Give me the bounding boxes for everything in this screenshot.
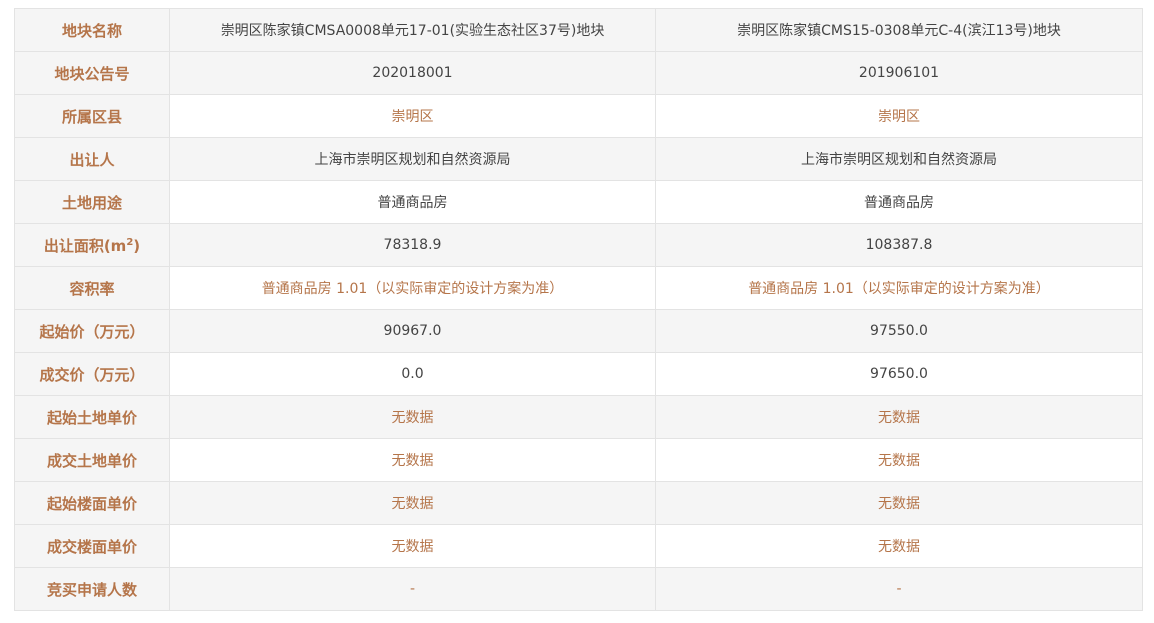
row-starting-price: 起始价（万元） 90967.0 97550.0 — [14, 309, 1143, 353]
row-label: 所属区县 — [14, 94, 170, 138]
plot-a-value: 无数据 — [169, 438, 656, 482]
plot-b-value: 崇明区 — [655, 94, 1143, 138]
row-label: 成交土地单价 — [14, 438, 170, 482]
plot-a-value: 90967.0 — [169, 309, 656, 353]
plot-b-value: 无数据 — [655, 438, 1143, 482]
row-transaction-floor-unit-price: 成交楼面单价 无数据 无数据 — [14, 524, 1143, 568]
row-label-end: ) — [133, 236, 141, 255]
plot-b-value: 201906101 — [655, 51, 1143, 95]
plot-b-value: - — [655, 567, 1143, 611]
row-starting-land-unit-price: 起始土地单价 无数据 无数据 — [14, 395, 1143, 439]
plot-a-value: 崇明区 — [169, 94, 656, 138]
plot-b-value: 无数据 — [655, 481, 1143, 525]
row-transaction-land-unit-price: 成交土地单价 无数据 无数据 — [14, 438, 1143, 482]
plot-b-value: 108387.8 — [655, 223, 1143, 267]
land-comparison-table-container: 地块名称 崇明区陈家镇CMSA0008单元17-01(实验生态社区37号)地块 … — [14, 8, 1143, 611]
row-label: 起始土地单价 — [14, 395, 170, 439]
row-label-main: 出让面积(m — [43, 236, 127, 255]
row-bidder-count: 竞买申请人数 - - — [14, 567, 1143, 611]
row-label: 起始价（万元） — [14, 309, 170, 353]
row-label: 地块公告号 — [14, 51, 170, 95]
plot-a-value: - — [169, 567, 656, 611]
plot-a-value: 78318.9 — [169, 223, 656, 267]
plot-b-value: 97550.0 — [655, 309, 1143, 353]
plot-a-value: 普通商品房 — [169, 180, 656, 224]
plot-a-value: 无数据 — [169, 481, 656, 525]
plot-a-value: 202018001 — [169, 51, 656, 95]
row-label: 地块名称 — [14, 8, 170, 52]
land-comparison-table: 地块名称 崇明区陈家镇CMSA0008单元17-01(实验生态社区37号)地块 … — [14, 8, 1143, 611]
plot-b-value: 无数据 — [655, 524, 1143, 568]
plot-a-value: 0.0 — [169, 352, 656, 396]
plot-b-value: 上海市崇明区规划和自然资源局 — [655, 137, 1143, 181]
row-district: 所属区县 崇明区 崇明区 — [14, 94, 1143, 138]
row-seller: 出让人 上海市崇明区规划和自然资源局 上海市崇明区规划和自然资源局 — [14, 137, 1143, 181]
row-label: 出让人 — [14, 137, 170, 181]
plot-b-value: 普通商品房 — [655, 180, 1143, 224]
row-transaction-price: 成交价（万元） 0.0 97650.0 — [14, 352, 1143, 396]
row-label: 成交价（万元） — [14, 352, 170, 396]
plot-b-value: 普通商品房 1.01（以实际审定的设计方案为准） — [655, 266, 1143, 310]
plot-a-value: 上海市崇明区规划和自然资源局 — [169, 137, 656, 181]
plot-a-value: 无数据 — [169, 395, 656, 439]
plot-a-value: 崇明区陈家镇CMSA0008单元17-01(实验生态社区37号)地块 — [169, 8, 656, 52]
row-label: 出让面积(m2) — [14, 223, 170, 267]
row-floor-area-ratio: 容积率 普通商品房 1.01（以实际审定的设计方案为准） 普通商品房 1.01（… — [14, 266, 1143, 310]
plot-b-value: 崇明区陈家镇CMS15-0308单元C-4(滨江13号)地块 — [655, 8, 1143, 52]
row-land-use: 土地用途 普通商品房 普通商品房 — [14, 180, 1143, 224]
plot-a-value: 无数据 — [169, 524, 656, 568]
row-label: 土地用途 — [14, 180, 170, 224]
plot-b-value: 97650.0 — [655, 352, 1143, 396]
plot-b-value: 无数据 — [655, 395, 1143, 439]
row-starting-floor-unit-price: 起始楼面单价 无数据 无数据 — [14, 481, 1143, 525]
plot-a-value: 普通商品房 1.01（以实际审定的设计方案为准） — [169, 266, 656, 310]
row-label: 起始楼面单价 — [14, 481, 170, 525]
row-label: 容积率 — [14, 266, 170, 310]
row-label: 成交楼面单价 — [14, 524, 170, 568]
row-label: 竞买申请人数 — [14, 567, 170, 611]
row-announcement-number: 地块公告号 202018001 201906101 — [14, 51, 1143, 95]
row-area: 出让面积(m2) 78318.9 108387.8 — [14, 223, 1143, 267]
row-plot-name: 地块名称 崇明区陈家镇CMSA0008单元17-01(实验生态社区37号)地块 … — [14, 8, 1143, 52]
